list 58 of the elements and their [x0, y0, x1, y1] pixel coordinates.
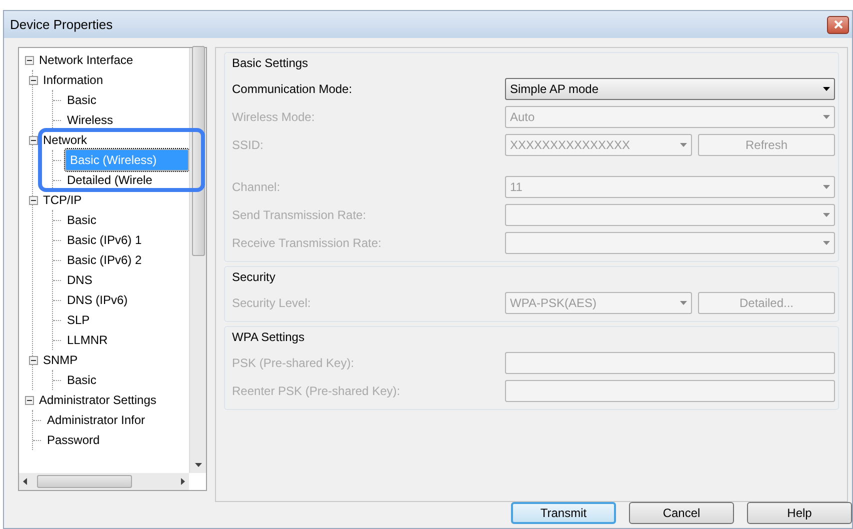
field-label: Wireless Mode:: [232, 109, 316, 126]
field-label: SSID:: [232, 137, 264, 154]
group-title: Basic Settings: [232, 55, 310, 72]
tree-item[interactable]: DNS: [65, 272, 94, 288]
tree-item[interactable]: Basic (IPv6) 1: [65, 232, 144, 248]
vertical-scrollbar[interactable]: [189, 48, 206, 473]
dropdown-caret-icon: [823, 241, 830, 245]
horizontal-scrollbar[interactable]: [19, 473, 189, 490]
collapse-icon[interactable]: [25, 56, 34, 64]
tree-item[interactable]: Network Interface: [37, 52, 136, 68]
field-label: Channel:: [232, 179, 282, 196]
group-title: Security: [232, 269, 276, 286]
tree-item[interactable]: DNS (IPv6): [65, 292, 130, 308]
tree-item[interactable]: Basic: [65, 212, 98, 228]
tree-item[interactable]: LLMNR: [65, 332, 110, 348]
tree-item[interactable]: SLP: [65, 312, 92, 328]
left-arrow-icon: [23, 478, 27, 485]
tree-item[interactable]: Password: [45, 432, 102, 448]
tree-item[interactable]: Administrator Infor: [45, 412, 148, 428]
right-arrow-icon: [181, 478, 185, 485]
field-label: Security Level:: [232, 295, 312, 312]
dropdown-caret-icon: [823, 87, 830, 91]
tree-item[interactable]: Detailed (Wirele: [65, 172, 154, 188]
tree-item[interactable]: Basic (IPv6) 2: [65, 252, 144, 268]
field-label: Communication Mode:: [232, 81, 354, 98]
collapse-icon[interactable]: [29, 76, 38, 84]
dialog-button[interactable]: Cancel: [629, 502, 734, 524]
dropdown-caret-icon: [680, 143, 687, 147]
collapse-icon[interactable]: [25, 396, 34, 404]
collapse-icon[interactable]: [29, 136, 38, 144]
close-icon: [834, 20, 842, 29]
scrollbar-thumb[interactable]: [36, 475, 132, 488]
dropdown-caret-icon: [680, 301, 687, 305]
dropdown-caret-icon: [823, 185, 830, 189]
dialog-button[interactable]: Help: [747, 502, 852, 524]
tree-item[interactable]: SNMP: [41, 352, 80, 368]
tree-item[interactable]: Wireless: [65, 112, 116, 128]
tree-item[interactable]: TCP/IP: [41, 192, 84, 208]
dropdown[interactable]: Simple AP mode: [505, 78, 835, 100]
dialog-button[interactable]: Transmit: [511, 502, 616, 524]
dropdown-caret-icon: [823, 213, 830, 217]
field-label: PSK (Pre-shared Key):: [232, 355, 356, 372]
window-title: Device Properties: [10, 16, 113, 34]
group-title: WPA Settings: [232, 329, 306, 346]
tree-item[interactable]: Network: [41, 132, 90, 148]
collapse-icon[interactable]: [29, 196, 38, 204]
field-label: Send Transmission Rate:: [232, 207, 368, 224]
field-label: Reenter PSK (Pre-shared Key):: [232, 383, 402, 400]
field-label: Receive Transmission Rate:: [232, 235, 382, 252]
close-button[interactable]: [827, 16, 849, 34]
tree-item[interactable]: Basic: [65, 372, 98, 388]
tree-item[interactable]: Basic: [65, 92, 98, 108]
tree-item[interactable]: Information: [41, 72, 106, 88]
tree-item[interactable]: Administrator Settings: [37, 392, 158, 408]
scrollbar-thumb[interactable]: [192, 46, 204, 256]
collapse-icon[interactable]: [29, 356, 38, 364]
dropdown-caret-icon: [823, 115, 830, 119]
down-arrow-icon: [194, 463, 202, 467]
